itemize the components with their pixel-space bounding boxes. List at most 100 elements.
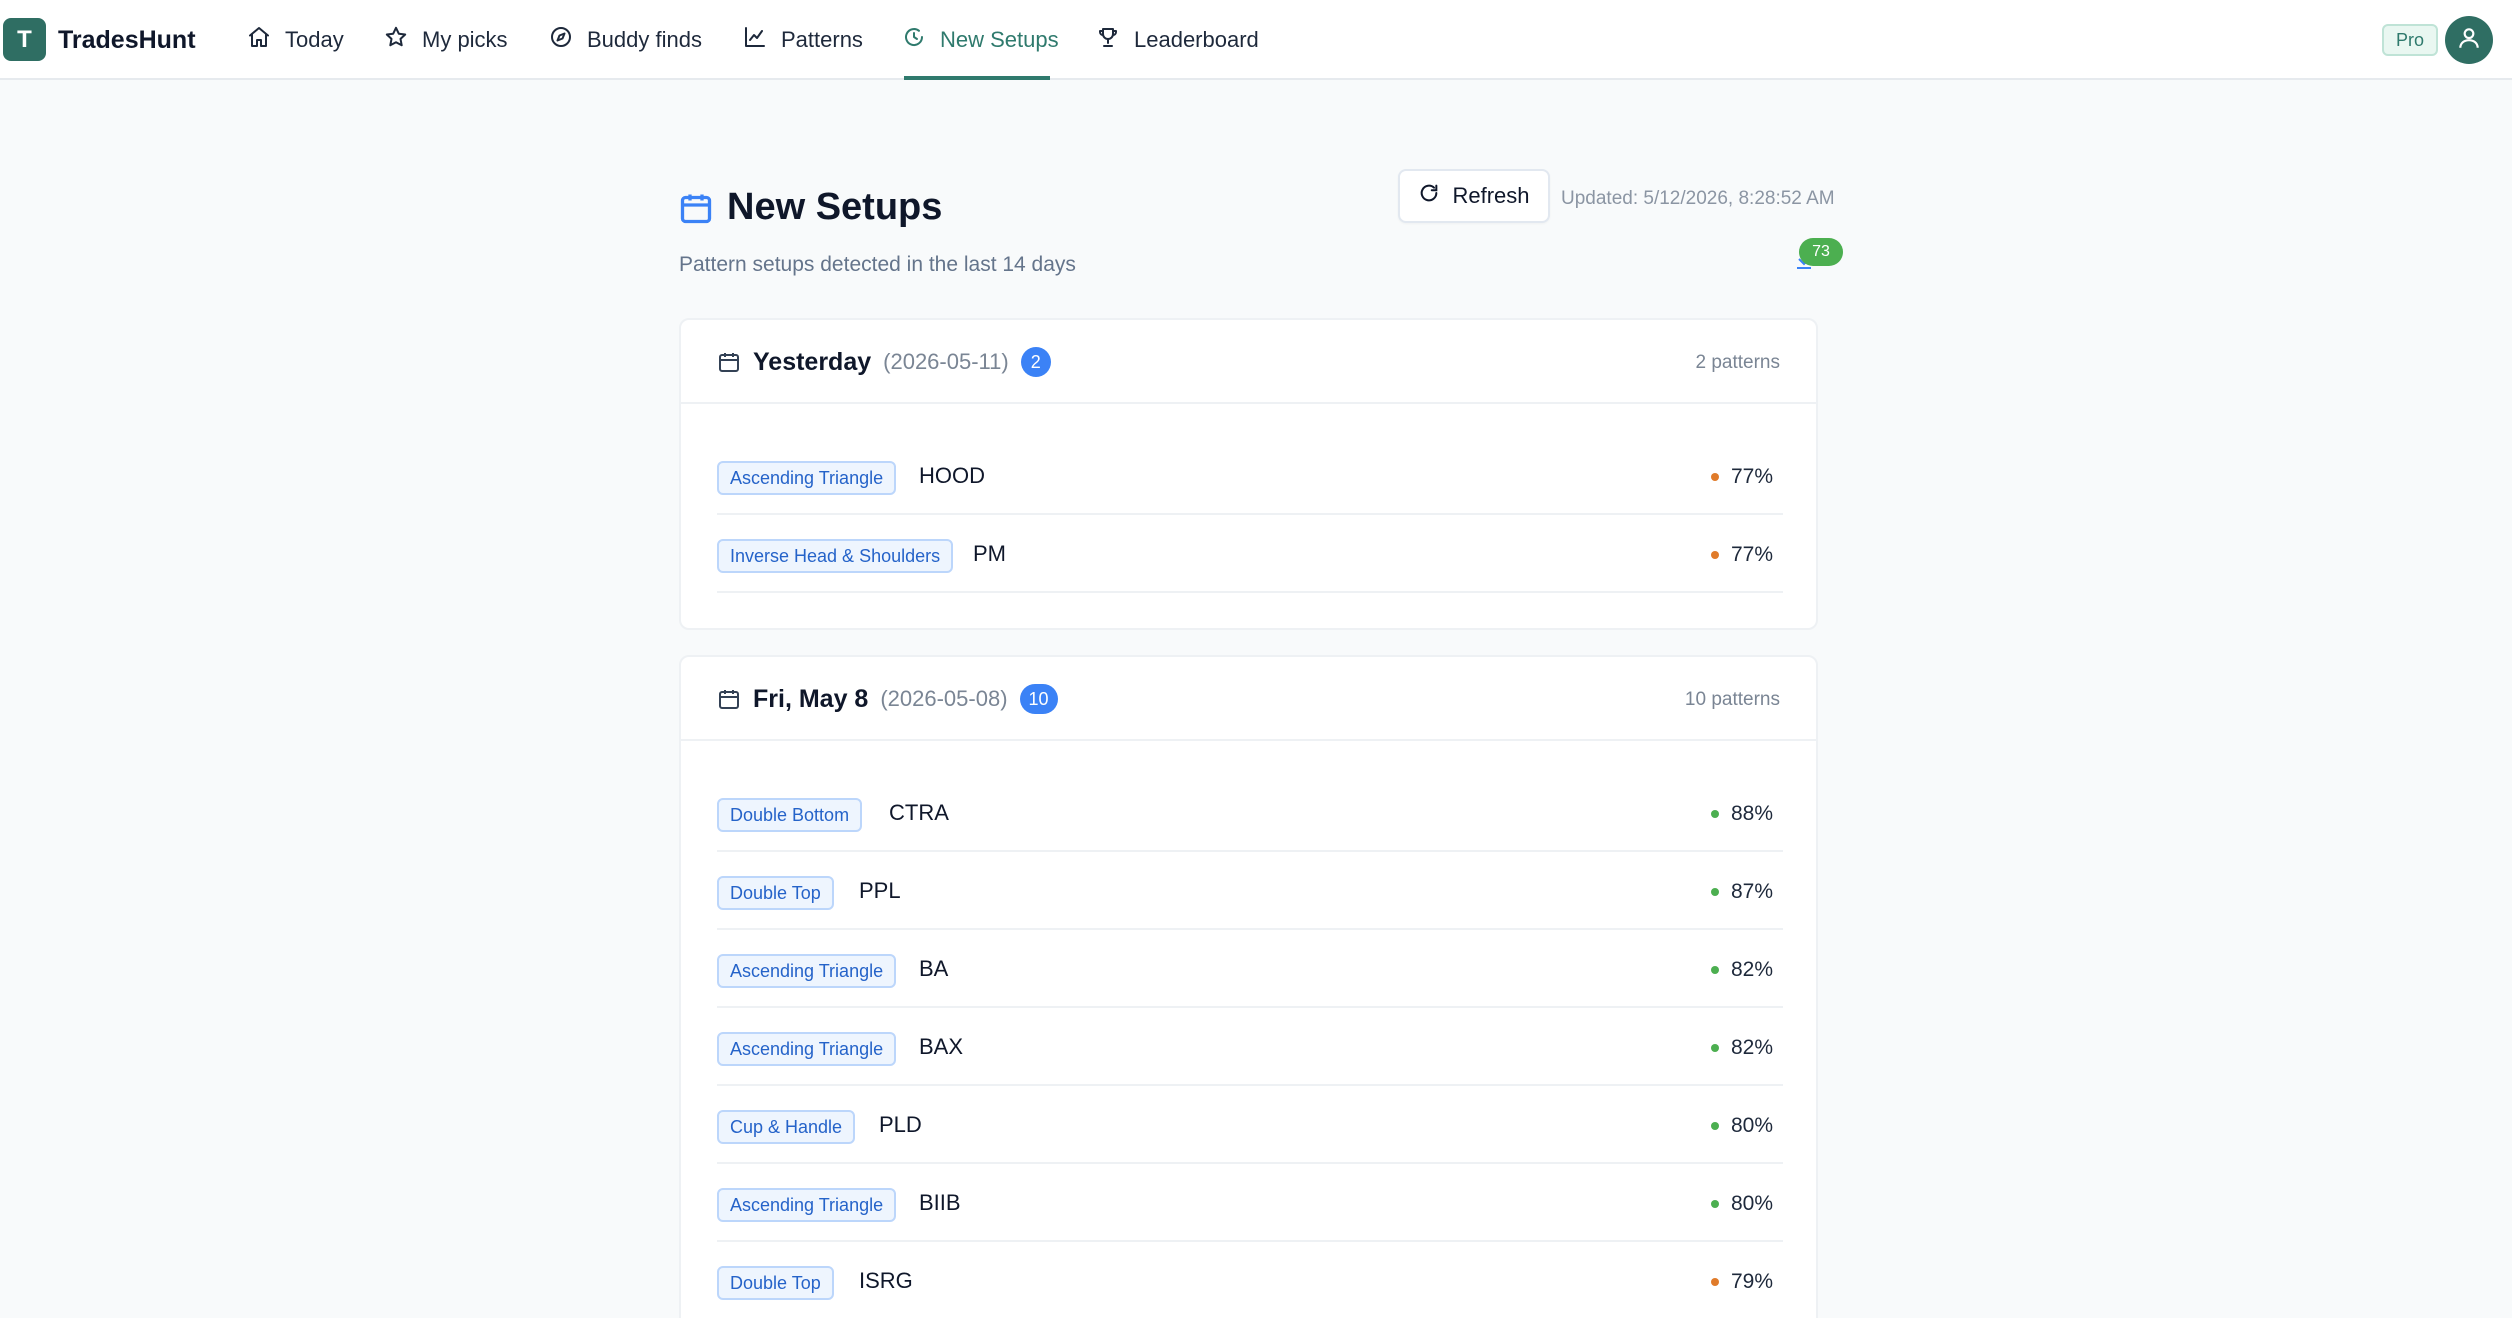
table-row[interactable]: Double Bottom CTRA 88% [717,774,1783,852]
table-row[interactable]: Ascending Triangle BIIB 80% [717,1164,1783,1242]
calendar-icon [678,190,714,226]
ticker-symbol: CTRA [889,800,949,825]
confidence-dot [1710,810,1719,818]
logo-mark[interactable]: T [3,18,46,61]
group-day-label: Fri, May 8 [753,684,869,713]
refresh-label: Refresh [1452,183,1530,208]
calendar-icon [717,687,741,711]
confidence-dot [1710,1278,1719,1286]
pattern-tag: Cup & Handle [717,1110,856,1144]
confidence-value: 87% [1730,880,1773,903]
avatar[interactable] [2445,16,2493,64]
pattern-tag: Ascending Triangle [717,1188,897,1222]
nav-leaderboard[interactable]: Leaderboard [1096,0,1259,80]
table-row[interactable]: Double Top ISRG 79% [717,1242,1783,1318]
pattern-tag: Double Top [717,876,834,910]
pattern-tag: Inverse Head & Shoulders [717,539,954,573]
confidence-value: 82% [1730,1036,1773,1059]
nav-today[interactable]: Today [247,0,344,80]
nav-label: My picks [422,27,508,52]
group-date: (2026-05-08) [880,686,1008,711]
brand-name[interactable]: TradesHunt [58,24,196,56]
pattern-tag: Double Bottom [717,798,863,832]
confidence-value: 77% [1730,465,1773,488]
table-row[interactable]: Ascending Triangle BAX 82% [717,1008,1783,1086]
confidence-value: 80% [1730,1114,1773,1137]
group-header[interactable]: Yesterday (2026-05-11) 2 2 patterns [681,320,1816,404]
trophy-icon [1096,25,1120,55]
nav-new-setups[interactable]: New Setups [902,0,1059,80]
nav-label: Leaderboard [1134,27,1259,52]
confidence: 80% [1710,1192,1773,1216]
nav-label: New Setups [940,27,1059,52]
group-pattern-count: 10 patterns [1684,689,1780,710]
confidence-dot [1710,1044,1719,1052]
ticker-symbol: HOOD [919,463,985,488]
table-row[interactable]: Double Top PPL 87% [717,852,1783,930]
pattern-tag: Ascending Triangle [717,954,897,988]
refresh-clock-icon [902,25,926,55]
pattern-tag: Ascending Triangle [717,461,897,495]
refresh-icon [1418,182,1440,210]
confidence-dot [1710,966,1719,974]
confidence: 87% [1710,880,1773,904]
nav-label: Patterns [781,27,863,52]
group-count-badge: 2 [1020,347,1051,377]
group-title: Fri, May 8 (2026-05-08) 10 [753,684,1058,714]
home-icon [247,25,271,55]
group-pattern-count: 2 patterns [1695,352,1781,373]
top-navigation-bar: T TradesHunt Today My picks Buddy finds … [0,0,2512,80]
star-icon [384,25,408,55]
compass-icon [549,25,573,55]
group-day-label: Yesterday [753,347,872,376]
page-subtitle: Pattern setups detected in the last 14 d… [679,253,1076,276]
user-icon [2456,25,2482,56]
ticker-symbol: ISRG [859,1268,913,1293]
nav-label: Today [285,27,344,52]
ticker-symbol: PM [973,541,1006,566]
group-header[interactable]: Fri, May 8 (2026-05-08) 10 10 patterns [681,657,1816,741]
confidence: 80% [1710,1114,1773,1138]
confidence-value: 80% [1730,1192,1773,1215]
table-row[interactable]: Ascending Triangle BA 82% [717,930,1783,1008]
confidence-dot [1710,1122,1719,1130]
ticker-symbol: BIIB [919,1190,961,1215]
notification-count-badge: 73 [1799,238,1843,266]
confidence: 88% [1710,802,1773,826]
confidence-dot [1710,888,1719,896]
ticker-symbol: PLD [879,1112,922,1137]
plan-badge: Pro [2382,24,2439,56]
group-date: (2026-05-11) [883,349,1009,374]
pattern-tag: Ascending Triangle [717,1032,897,1066]
table-row[interactable]: Ascending Triangle HOOD 77% [717,437,1783,515]
confidence-value: 79% [1730,1270,1773,1293]
table-row[interactable]: Inverse Head & Shoulders PM 77% [717,515,1783,593]
confidence-value: 82% [1730,958,1773,981]
notification-button[interactable]: 73 [1792,236,1843,280]
group-title: Yesterday (2026-05-11) 2 [753,347,1051,377]
confidence: 77% [1710,465,1773,489]
nav-my-picks[interactable]: My picks [384,0,508,80]
active-tab-indicator [904,76,1050,80]
pattern-tag: Double Top [717,1266,834,1300]
ticker-symbol: PPL [859,878,901,903]
ticker-symbol: BAX [919,1034,964,1059]
page-title: New Setups [727,186,943,228]
nav-buddy-finds[interactable]: Buddy finds [549,0,702,80]
group-count-badge: 10 [1019,684,1058,714]
last-updated-timestamp: Updated: 5/12/2026, 8:28:52 AM [1561,188,1835,209]
calendar-icon [717,350,741,374]
nav-patterns[interactable]: Patterns [743,0,863,80]
confidence: 77% [1710,543,1773,567]
confidence: 82% [1710,958,1773,982]
chart-line-icon [743,25,767,55]
confidence-dot [1710,1200,1719,1208]
setup-group-card: Yesterday (2026-05-11) 2 2 patterns Asce… [679,318,1818,630]
ticker-symbol: BA [919,956,949,981]
confidence: 79% [1710,1270,1773,1294]
refresh-button[interactable]: Refresh [1398,169,1550,223]
table-row[interactable]: Cup & Handle PLD 80% [717,1086,1783,1164]
confidence-value: 77% [1730,543,1773,566]
confidence-dot [1710,473,1719,481]
confidence-value: 88% [1730,802,1773,825]
